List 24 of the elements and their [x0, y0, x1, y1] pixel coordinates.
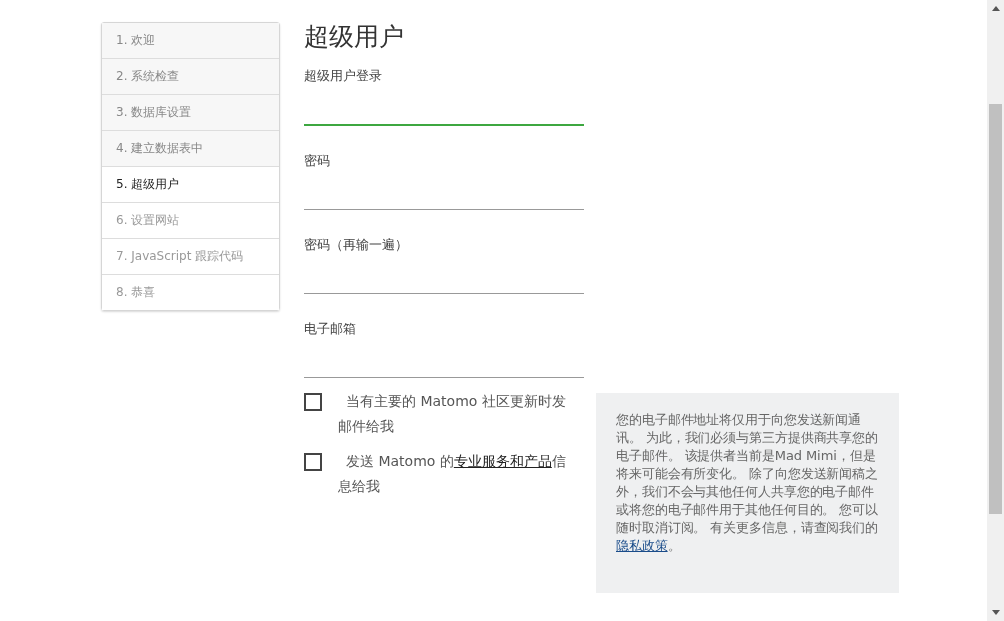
scrollbar-thumb[interactable] [989, 104, 1002, 514]
step-item: 1. 欢迎 [102, 23, 279, 58]
step-item: 5. 超级用户 [102, 166, 279, 202]
checkbox[interactable] [304, 393, 322, 411]
checkbox[interactable] [304, 453, 322, 471]
scrollbar[interactable] [987, 0, 1004, 621]
checkbox-label: 当有主要的 Matomo 社区更新时发邮件给我 [338, 392, 567, 436]
scroll-up-icon[interactable] [991, 6, 1000, 11]
step-item: 7. JavaScript 跟踪代码 [102, 238, 279, 274]
services-link[interactable]: 专业服务和产品 [453, 453, 552, 469]
field-label: 密码 [304, 153, 331, 169]
info-text: 您的电子邮件地址将仅用于向您发送新闻通讯。 为此，我们必须与第三方提供商共享您的电子邮件。 该提供者当前是Mad Mimi，但是将来可能会有所变化。 除了向您发送新闻稿之外，我们不会与其他任何人共享您的电子邮件或将您的电子邮件用于其他任何目的。 您可以随时取消订阅。 有关更多信息，请查阅我们的 隐私政策。 [616, 411, 880, 555]
step-item: 6. 设置网站 [102, 202, 279, 238]
privacy-link[interactable]: 隐私政策 [616, 538, 668, 553]
step-item: 4. 建立数据表中 [102, 130, 279, 166]
checkbox-label: 发送 Matomo 的专业服务和产品信息给我 [338, 452, 567, 496]
field-label: 密码（再输一遍） [304, 237, 409, 253]
field-label: 电子邮箱 [304, 321, 357, 337]
page-heading: 超级用户 [304, 22, 405, 52]
step-item: 3. 数据库设置 [102, 94, 279, 130]
scroll-down-icon[interactable] [991, 610, 1000, 615]
step-item: 8. 恭喜 [102, 274, 279, 310]
step-item: 2. 系统检查 [102, 58, 279, 94]
field-label: 超级用户登录 [304, 68, 383, 84]
